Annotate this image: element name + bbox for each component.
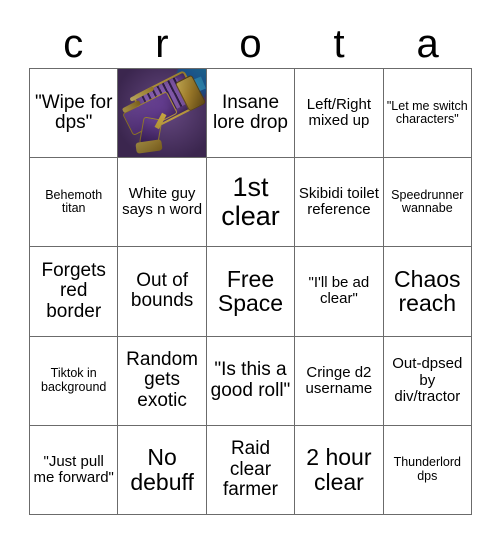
bingo-cell-r4-c2[interactable]: Raid clear farmer <box>206 425 296 515</box>
bingo-cell-label: Insane lore drop <box>212 91 288 134</box>
bingo-cell-label: "Wipe for dps" <box>34 91 113 134</box>
bingo-card: c r o t a "Wipe for dps" Insane lore drop Left… <box>0 0 500 544</box>
bingo-cell-label: "I'll be ad clear" <box>308 274 370 308</box>
bingo-cell-label: Random gets exotic <box>126 348 198 411</box>
bingo-cell-label: Thunderlord dps <box>393 455 461 483</box>
bingo-cell-label: Free Space <box>217 265 284 317</box>
bingo-cell-r0-c0[interactable]: "Wipe for dps" <box>30 69 119 159</box>
bingo-cell-label: Chaos reach <box>394 265 461 317</box>
bingo-cell-label: Skibidi toilet reference <box>298 185 379 219</box>
bingo-cell-r4-c1[interactable]: No debuff <box>118 425 207 515</box>
bingo-header-letter-0: c <box>63 22 84 66</box>
bingo-cell-r4-c0[interactable]: "Just pull me forward" <box>30 425 119 515</box>
bingo-cell-r1-c4[interactable]: Speedrunner wannabe <box>383 158 472 248</box>
bingo-cell-r3-c3[interactable]: Cringe d2 username <box>295 336 384 426</box>
bingo-cell-label: Raid clear farmer <box>223 438 278 501</box>
bingo-cell-label: Left/Right mixed up <box>306 95 371 130</box>
bingo-cell-label: "Just pull me forward" <box>33 452 114 486</box>
bingo-cell-label: Tiktok in background <box>41 366 107 394</box>
bingo-cell-r4-c4[interactable]: Thunderlord dps <box>383 425 472 515</box>
bingo-cell-r0-c2[interactable]: Insane lore drop <box>206 69 296 159</box>
bingo-cell-r2-c2[interactable]: Free Space <box>206 247 296 337</box>
bingo-cell-r1-c2[interactable]: 1st clear <box>206 158 296 248</box>
bingo-header-letter-1: r <box>155 22 169 66</box>
bingo-cell-label: Speedrunner wannabe <box>391 187 464 216</box>
bingo-cell-label: "Let me switch characters" <box>386 98 468 127</box>
bingo-cell-r3-c2[interactable]: "Is this a good roll" <box>206 336 296 426</box>
bingo-cell-label: White guy says n word <box>122 185 203 219</box>
bingo-header-letter-3: t <box>333 22 345 66</box>
bingo-cell-label: Behemoth titan <box>45 187 103 216</box>
bingo-cell-label: No debuff <box>130 444 194 495</box>
bingo-cell-r1-c1[interactable]: White guy says n word <box>118 158 207 248</box>
bingo-cell-r0-c4[interactable]: "Let me switch characters" <box>383 69 472 159</box>
bingo-header-row: crota <box>29 20 472 68</box>
bingo-cell-label: Forgets red border <box>41 259 106 322</box>
bingo-cell-r0-c3[interactable]: Left/Right mixed up <box>295 69 384 159</box>
destiny-weapon-art-icon <box>118 69 206 158</box>
bingo-header-letter-2: o <box>239 22 262 66</box>
weapon-part-stock <box>135 139 163 155</box>
bingo-cell-label: 2 hour clear <box>306 444 372 495</box>
bingo-cell-r2-c3[interactable]: "I'll be ad clear" <box>295 247 384 337</box>
bingo-cell-label: 1st clear <box>221 172 280 232</box>
bingo-cell-r1-c0[interactable]: Behemoth titan <box>30 158 119 248</box>
bingo-header-letter-4: a <box>416 22 439 66</box>
bingo-cell-r2-c1[interactable]: Out of bounds <box>118 247 207 337</box>
bingo-grid: "Wipe for dps" Insane lore drop Left/Right… <box>29 68 472 515</box>
bingo-cell-r2-c4[interactable]: Chaos reach <box>383 247 472 337</box>
bingo-cell-r3-c4[interactable]: Out-dpsed by div/tractor <box>383 336 472 426</box>
bingo-cell-image-r0-c1[interactable] <box>118 69 207 159</box>
bingo-cell-r2-c0[interactable]: Forgets red border <box>30 247 119 337</box>
bingo-cell-label: "Is this a good roll" <box>210 359 291 401</box>
bingo-cell-r1-c3[interactable]: Skibidi toilet reference <box>295 158 384 248</box>
bingo-cell-r3-c0[interactable]: Tiktok in background <box>30 336 119 426</box>
bingo-cell-r3-c1[interactable]: Random gets exotic <box>118 336 207 426</box>
bingo-cell-label: Cringe d2 username <box>305 363 373 397</box>
bingo-cell-r4-c3[interactable]: 2 hour clear <box>295 425 384 515</box>
bingo-cell-label: Out-dpsed by div/tractor <box>392 355 463 405</box>
bingo-cell-label: Out of bounds <box>130 269 194 312</box>
